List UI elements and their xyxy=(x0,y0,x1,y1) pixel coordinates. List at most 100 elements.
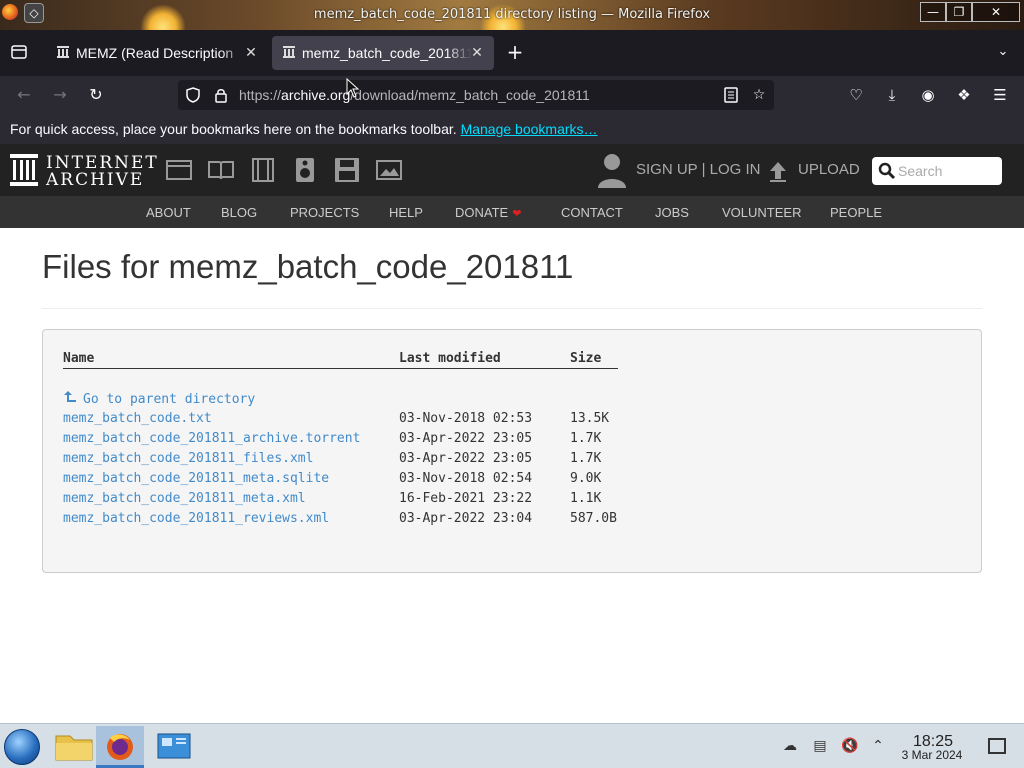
size-cell: 1.7K xyxy=(570,450,602,466)
file-link[interactable]: memz_batch_code.txt xyxy=(63,411,212,426)
reader-view-icon[interactable] xyxy=(722,86,740,104)
nav-jobs[interactable]: JOBS xyxy=(655,205,689,220)
nav-contact[interactable]: CONTACT xyxy=(561,205,623,220)
up-arrow-icon xyxy=(64,390,76,402)
nav-help[interactable]: HELP xyxy=(389,205,423,220)
close-window-button[interactable]: ✕ xyxy=(972,2,1020,22)
back-button[interactable]: ← xyxy=(13,84,35,106)
forward-button[interactable]: → xyxy=(49,84,71,106)
table-row: memz_batch_code.txt 03-Nov-2018 02:53 13… xyxy=(63,408,618,428)
lock-icon[interactable] xyxy=(212,86,230,104)
list-all-tabs-chevron-icon[interactable]: ⌄ xyxy=(992,44,1014,64)
signup-login-link[interactable]: SIGN UP | LOG IN xyxy=(636,161,760,178)
downloads-icon[interactable]: ⤓ xyxy=(882,85,902,105)
close-tab-icon[interactable]: ✕ xyxy=(242,42,260,62)
ia-search-box[interactable] xyxy=(872,157,1002,185)
nav-volunteer[interactable]: VOLUNTEER xyxy=(722,205,801,220)
images-icon[interactable] xyxy=(376,158,402,182)
file-listing-panel: Name Last modified Size Go to parent dir… xyxy=(42,329,982,573)
minimize-button[interactable]: — xyxy=(920,2,946,22)
clock-date[interactable]: 3 Mar 2024 xyxy=(892,748,972,762)
pocket-icon[interactable]: ♡ xyxy=(846,85,866,105)
file-link[interactable]: memz_batch_code_201811_reviews.xml xyxy=(63,511,329,526)
file-link[interactable]: memz_batch_code_201811_meta.sqlite xyxy=(63,471,329,486)
ia-header: INTERNET ARCHIVE SIGN UP | LOG IN UPLOAD xyxy=(0,144,1024,196)
nav-about[interactable]: ABOUT xyxy=(146,205,191,220)
manage-bookmarks-link[interactable]: Manage bookmarks… xyxy=(461,121,598,137)
page-title: Files for memz_batch_code_201811 xyxy=(42,248,574,285)
file-manager-folder-icon[interactable] xyxy=(50,726,98,768)
modified-cell: 03-Nov-2018 02:54 xyxy=(399,470,533,486)
show-desktop-button[interactable] xyxy=(988,738,1006,754)
size-cell: 587.0B xyxy=(570,510,617,526)
column-header-size: Size xyxy=(570,350,618,369)
size-cell: 9.0K xyxy=(570,470,602,486)
parent-directory-link[interactable]: Go to parent directory xyxy=(63,390,255,407)
video-film-icon[interactable] xyxy=(250,158,276,182)
table-row: memz_batch_code_201811_reviews.xml 03-Ap… xyxy=(63,508,618,528)
url-text[interactable]: https://archive.org/download/memz_batch_… xyxy=(239,87,590,103)
table-row: memz_batch_code_201811_meta.xml 16-Feb-2… xyxy=(63,488,618,508)
archive-temple-icon xyxy=(10,154,38,186)
column-header-name: Name xyxy=(63,350,399,369)
nav-blog[interactable]: BLOG xyxy=(221,205,257,220)
hamburger-menu-icon[interactable]: ☰ xyxy=(990,85,1010,105)
clipboard-tray-icon[interactable]: ▤ xyxy=(810,736,830,756)
ia-nav-bar: ABOUT BLOG PROJECTS HELP DONATE ❤ CONTACT… xyxy=(0,196,1024,228)
file-link[interactable]: memz_batch_code_201811_files.xml xyxy=(63,451,313,466)
file-link[interactable]: memz_batch_code_201811_meta.xml xyxy=(63,491,306,506)
extensions-puzzle-icon[interactable]: ❖ xyxy=(954,85,974,105)
bookmarks-toolbar: For quick access, place your bookmarks h… xyxy=(0,114,1024,144)
reload-button[interactable]: ↻ xyxy=(85,84,107,106)
size-cell: 1.1K xyxy=(570,490,602,506)
firefox-view-icon[interactable] xyxy=(10,43,28,61)
modified-cell: 03-Apr-2022 23:05 xyxy=(399,430,533,446)
modified-cell: 03-Apr-2022 23:04 xyxy=(399,510,533,526)
tab-strip: MEMZ (Read Description ✕ memz_batch_code… xyxy=(0,30,1024,76)
upload-link[interactable]: UPLOAD xyxy=(798,161,860,178)
bookmark-star-icon[interactable]: ☆ xyxy=(750,86,768,104)
new-tab-button[interactable]: + xyxy=(504,42,526,64)
maximize-button[interactable]: ❐ xyxy=(946,2,972,22)
tab-label: MEMZ (Read Description xyxy=(76,45,234,61)
modified-cell: 16-Feb-2021 23:22 xyxy=(399,490,533,506)
account-icon[interactable]: ◉ xyxy=(918,85,938,105)
close-tab-icon[interactable]: ✕ xyxy=(468,42,486,62)
tab-memz-batch-code[interactable]: memz_batch_code_201811 ✕ xyxy=(272,36,494,70)
start-menu-button[interactable] xyxy=(4,729,40,765)
firefox-taskbar-button[interactable] xyxy=(96,726,144,768)
search-input[interactable] xyxy=(898,161,996,181)
tab-memz[interactable]: MEMZ (Read Description ✕ xyxy=(46,36,268,70)
search-icon[interactable] xyxy=(878,162,896,180)
table-row: memz_batch_code_201811_archive.torrent 0… xyxy=(63,428,618,448)
user-avatar-icon[interactable] xyxy=(596,152,628,188)
nav-projects[interactable]: PROJECTS xyxy=(290,205,359,220)
archive-favicon-icon xyxy=(57,46,69,58)
bookmarks-message: For quick access, place your bookmarks h… xyxy=(10,121,598,137)
volume-muted-icon[interactable]: 🔇 xyxy=(840,736,860,756)
table-header-row: Name Last modified Size xyxy=(63,350,618,369)
network-tray-icon[interactable]: ☁ xyxy=(780,736,800,756)
internet-archive-logo[interactable]: INTERNET ARCHIVE xyxy=(8,152,157,190)
modified-cell: 03-Apr-2022 23:05 xyxy=(399,450,533,466)
software-floppy-icon[interactable] xyxy=(334,158,360,182)
upload-arrow-icon[interactable] xyxy=(768,160,788,182)
texts-book-icon[interactable] xyxy=(208,158,234,182)
tracking-protection-shield-icon[interactable] xyxy=(184,86,202,104)
nav-donate[interactable]: DONATE ❤ xyxy=(455,205,521,220)
audio-speaker-icon[interactable] xyxy=(292,158,318,182)
tray-expand-chevron-icon[interactable]: ⌃ xyxy=(868,736,888,756)
heart-icon: ❤ xyxy=(512,208,522,220)
web-media-icon[interactable] xyxy=(166,158,192,182)
address-bar[interactable]: https://archive.org/download/memz_batch_… xyxy=(178,80,774,110)
file-link[interactable]: memz_batch_code_201811_archive.torrent xyxy=(63,431,360,446)
window-title-bar[interactable]: ◇ memz_batch_code_201811 directory listi… xyxy=(0,0,1024,50)
mouse-cursor-icon xyxy=(346,78,360,98)
system-settings-icon[interactable] xyxy=(150,726,198,768)
bookmarks-hint-text: For quick access, place your bookmarks h… xyxy=(10,121,457,137)
logo-line-2: ARCHIVE xyxy=(46,170,145,190)
modified-cell: 03-Nov-2018 02:53 xyxy=(399,410,533,426)
nav-people[interactable]: PEOPLE xyxy=(830,205,882,220)
size-cell: 1.7K xyxy=(570,430,602,446)
divider xyxy=(42,308,982,309)
